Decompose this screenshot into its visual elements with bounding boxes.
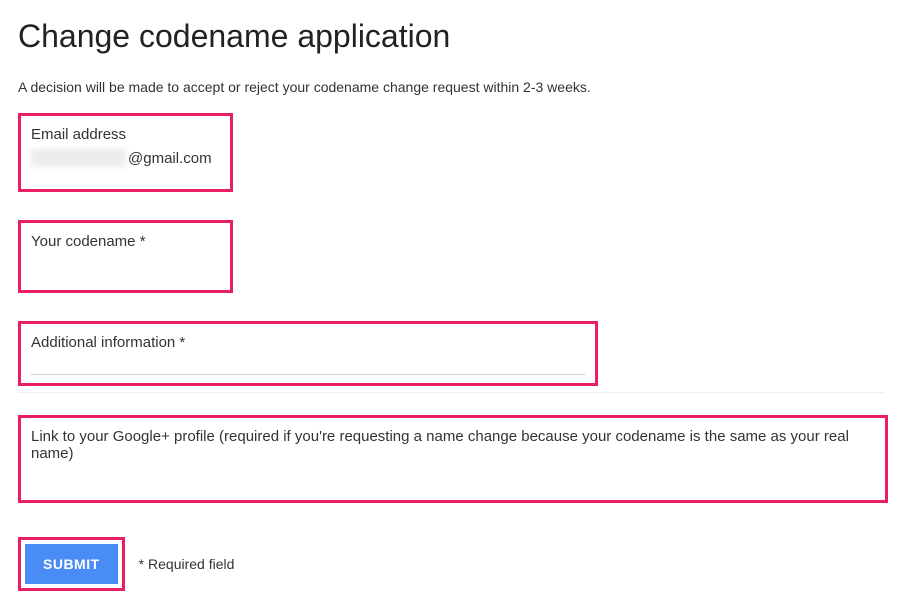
- redacted-username: [31, 149, 126, 167]
- required-field-note: * Required field: [139, 556, 235, 572]
- gplus-field-box[interactable]: Link to your Google+ profile (required i…: [18, 415, 888, 503]
- additional-info-field-box[interactable]: Additional information *: [18, 321, 598, 386]
- email-field-box: Email address @gmail.com: [18, 113, 233, 192]
- submit-highlight-box: SUBMIT: [18, 537, 125, 591]
- page-subtitle: A decision will be made to accept or rej…: [18, 79, 884, 95]
- codename-field-box[interactable]: Your codename *: [18, 220, 233, 293]
- submit-row: SUBMIT * Required field: [18, 537, 884, 591]
- section-divider: [18, 392, 884, 393]
- additional-info-label: Additional information *: [31, 334, 585, 351]
- email-value-row: @gmail.com: [31, 149, 220, 167]
- submit-button[interactable]: SUBMIT: [25, 544, 118, 584]
- codename-label: Your codename *: [31, 233, 220, 250]
- gplus-label: Link to your Google+ profile (required i…: [31, 428, 875, 462]
- page-title: Change codename application: [18, 18, 884, 55]
- additional-info-input[interactable]: [31, 374, 585, 375]
- email-label: Email address: [31, 126, 220, 143]
- email-domain: @gmail.com: [128, 150, 212, 167]
